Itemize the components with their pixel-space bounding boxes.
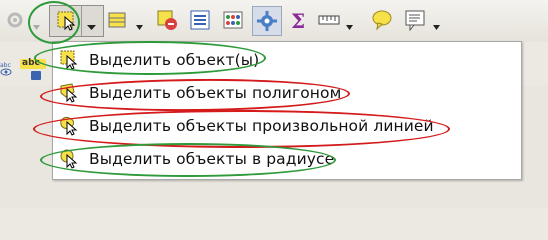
measure-ruler-icon[interactable] xyxy=(318,9,340,31)
label-toolbar: abc abc xyxy=(0,42,56,86)
menu-item-label: Выделить объекты произвольной линией xyxy=(89,117,434,135)
field-calculator-icon[interactable] xyxy=(222,9,244,31)
deselect-icon[interactable] xyxy=(156,9,178,31)
select-feature-tool[interactable] xyxy=(49,5,104,37)
label-abc-text: abc xyxy=(22,58,40,68)
ruler-dropdown-icon[interactable] xyxy=(345,17,354,30)
menu-item-select-features[interactable]: Выделить объект(ы) xyxy=(53,44,521,75)
attribute-table-icon[interactable] xyxy=(107,9,129,31)
select-radius-icon xyxy=(60,149,80,169)
menu-item-label: Выделить объекты в радиусе xyxy=(89,150,335,168)
identify-dropdown-icon[interactable] xyxy=(32,17,41,30)
menu-item-label: Выделить объекты полигоном xyxy=(89,84,342,102)
eye-icon[interactable]: abc xyxy=(0,60,14,76)
attribute-dropdown-icon[interactable] xyxy=(135,17,144,30)
label-abc-small: abc xyxy=(0,62,11,69)
identify-icon[interactable] xyxy=(4,9,26,31)
map-tips-icon[interactable] xyxy=(371,9,393,31)
menu-item-select-by-radius[interactable]: Выделить объекты в радиусе xyxy=(53,143,521,174)
main-toolbar: Σ xyxy=(0,0,548,42)
svg-text:Σ: Σ xyxy=(291,9,305,31)
select-freehand-icon xyxy=(60,116,80,136)
menu-item-label: Выделить объект(ы) xyxy=(89,51,260,69)
select-feature-icon[interactable] xyxy=(56,10,78,32)
menu-item-select-by-freehand[interactable]: Выделить объекты произвольной линией xyxy=(53,110,521,141)
menu-item-select-by-polygon[interactable]: Выделить объекты полигоном xyxy=(53,77,521,108)
annotation-icon[interactable] xyxy=(404,9,426,31)
select-feature-icon xyxy=(60,50,80,70)
select-tool-menu: Выделить объект(ы) Выделить объекты поли… xyxy=(52,41,522,180)
select-polygon-icon xyxy=(60,83,80,103)
select-dropdown-icon[interactable] xyxy=(86,17,97,30)
label-move-icon[interactable]: abc xyxy=(20,58,46,81)
annotation-dropdown-icon[interactable] xyxy=(432,17,441,30)
toolbox-gear-icon[interactable] xyxy=(252,6,282,36)
open-table-icon[interactable] xyxy=(189,9,211,31)
statistics-sigma-icon[interactable]: Σ xyxy=(287,9,309,31)
